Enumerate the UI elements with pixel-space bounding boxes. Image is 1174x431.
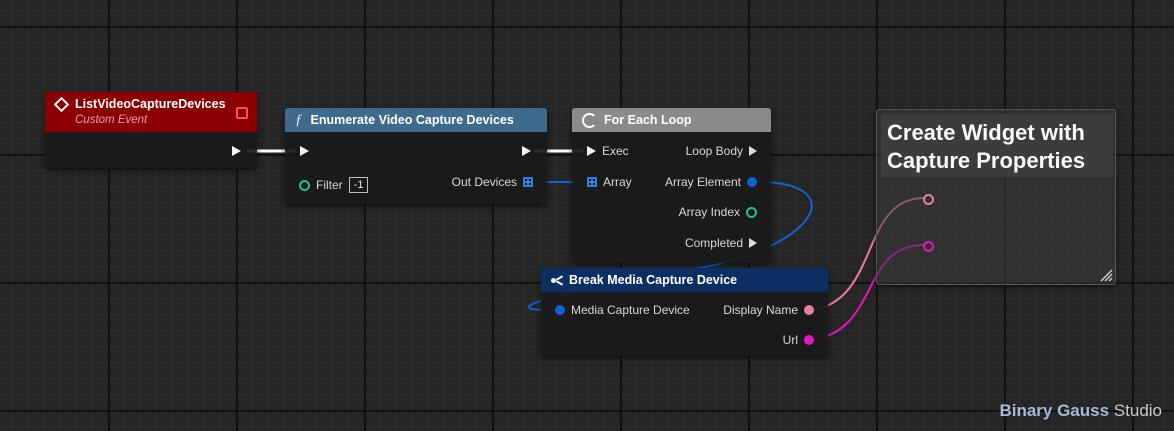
watermark-bold: Binary Gauss [999,401,1110,420]
display-name-pin[interactable]: Display Name [723,302,814,318]
break-media-capture-node[interactable]: Break Media Capture Device Media Capture… [541,268,828,356]
array-in-pin[interactable]: Array [587,174,632,190]
break-struct-icon [551,275,564,286]
exec-out-outline-icon [749,146,757,156]
loop-icon [582,112,597,128]
loop-body-pin[interactable]: Loop Body [686,143,757,159]
media-capture-device-label: Media Capture Device [571,303,690,317]
array-index-label: Array Index [678,205,740,219]
media-capture-device-pin[interactable]: Media Capture Device [555,302,690,318]
enumerate-header: ƒ Enumerate Video Capture Devices [285,108,547,132]
event-title: ListVideoCaptureDevices [75,97,226,111]
filter-value-field[interactable]: -1 [348,177,369,193]
watermark-normal: Studio [1113,401,1162,420]
array-pin-icon [587,177,597,187]
exec-in-pin[interactable]: Exec [587,143,629,159]
exec-in-pin[interactable] [300,146,309,156]
exec-label: Exec [602,144,629,158]
resize-handle-icon[interactable] [1099,268,1113,282]
filter-label: Filter [316,178,343,192]
string-input-pin-icon[interactable] [923,194,934,205]
array-pin-icon [523,177,533,187]
out-devices-label: Out Devices [451,175,517,189]
out-devices-pin[interactable]: Out Devices [452,174,533,190]
break-title: Break Media Capture Device [569,273,738,287]
exec-in-icon [587,146,596,156]
array-index-pin[interactable]: Array Index [679,204,757,220]
for-each-loop-node[interactable]: For Each Loop Exec Array Loop Body Array… [572,108,771,263]
array-element-pin[interactable]: Array Element [665,174,757,190]
create-widget-node[interactable]: Create Widget with Capture Properties [876,109,1116,285]
custom-event-node[interactable]: ListVideoCaptureDevices Custom Event [45,92,257,168]
completed-label: Completed [684,236,743,250]
delegate-pin-icon[interactable] [236,107,248,119]
array-element-label: Array Element [664,175,741,189]
loop-body-label: Loop Body [685,144,743,158]
int-pin-icon [746,206,757,218]
display-name-label: Display Name [723,303,798,317]
exec-out-pin[interactable] [522,146,531,156]
struct-pin-icon [747,177,757,187]
enumerate-node[interactable]: ƒ Enumerate Video Capture Devices Filter… [285,108,547,204]
function-icon: ƒ [295,111,303,128]
create-widget-title: Create Widget with Capture Properties [881,114,1113,177]
for-each-header: For Each Loop [572,108,771,132]
string-pin-icon [804,305,814,315]
url-label: Url [782,333,798,347]
exec-out-outline-icon [749,238,757,248]
break-header: Break Media Capture Device [541,268,828,292]
int-pin-icon [299,179,310,191]
text-input-pin-icon[interactable] [923,241,934,252]
studio-watermark: Binary Gauss Studio [999,401,1162,421]
filter-pin[interactable]: Filter -1 [299,177,369,193]
enumerate-title: Enumerate Video Capture Devices [310,113,514,127]
url-pin[interactable]: Url [783,332,814,348]
array-label: Array [603,175,632,189]
completed-pin[interactable]: Completed [685,235,757,251]
exec-out-pin[interactable] [232,146,241,156]
text-pin-icon [804,335,814,345]
struct-pin-icon [555,305,565,315]
for-each-title: For Each Loop [604,113,692,127]
event-subtitle: Custom Event [75,114,148,126]
